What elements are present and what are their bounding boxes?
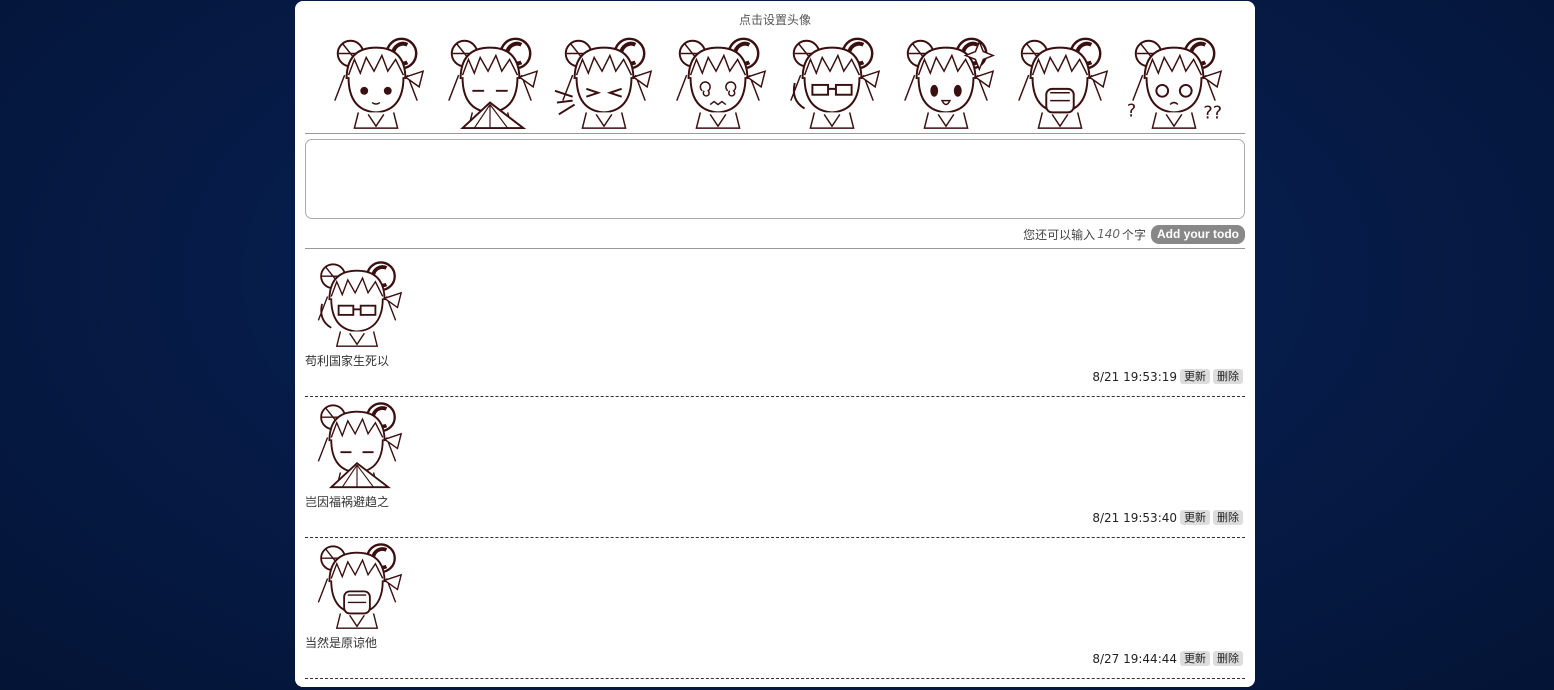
counter-prefix: 您还可以输入 — [1023, 227, 1096, 242]
chibi-hands-face-icon[interactable] — [1009, 31, 1111, 131]
remaining-char-count: 140 — [1097, 227, 1120, 241]
delete-button[interactable]: 删除 — [1213, 369, 1243, 384]
todo-avatar — [305, 397, 409, 489]
divider — [305, 248, 1245, 249]
chibi-dizzy-icon[interactable] — [667, 31, 769, 131]
svg-text:??: ?? — [1203, 103, 1222, 123]
todo-text: 岂因福祸避趋之 — [305, 495, 390, 509]
todo-meta: 8/27 19:44:44 更新 删除 — [1092, 651, 1243, 666]
todo-item: 当然是原谅他 8/27 19:44:44 更新 删除 — [305, 538, 1245, 679]
chibi-confused-icon[interactable]: ??? — [1123, 31, 1225, 131]
update-button[interactable]: 更新 — [1180, 651, 1210, 666]
todo-meta: 8/21 19:53:40 更新 删除 — [1092, 510, 1243, 525]
add-todo-button[interactable]: Add your todo — [1151, 224, 1245, 244]
todo-avatar — [305, 538, 409, 630]
todo-item: 苟利国家生死以 8/21 19:53:19 更新 删除 — [305, 256, 1245, 397]
chibi-smile-icon[interactable] — [325, 31, 427, 131]
svg-text:?: ? — [1127, 101, 1136, 121]
todo-input[interactable] — [305, 139, 1245, 219]
panel-content: 点击设置头像 ? ?? 您还可以输入 140 个字 Add your todo … — [305, 1, 1245, 687]
avatar-picker: ??? — [325, 31, 1225, 131]
chibi-sparkle-icon[interactable] — [895, 31, 997, 131]
counter-suffix: 个字 — [1122, 227, 1147, 242]
input-counter: 您还可以输入 140 个字 Add your todo — [1023, 224, 1245, 244]
todo-panel: 点击设置头像 ? ?? 您还可以输入 140 个字 Add your todo … — [295, 1, 1255, 687]
todo-avatar — [305, 256, 409, 348]
update-button[interactable]: 更新 — [1180, 510, 1210, 525]
update-button[interactable]: 更新 — [1180, 369, 1210, 384]
todo-item: 岂因福祸避趋之 8/21 19:53:40 更新 删除 — [305, 397, 1245, 538]
todo-timestamp: 8/21 19:53:19 — [1092, 369, 1177, 384]
chibi-sneeze-icon[interactable] — [553, 31, 655, 131]
avatar-picker-title: 点击设置头像 — [738, 13, 811, 27]
chibi-fan-crying-icon[interactable] — [439, 31, 541, 131]
todo-text: 苟利国家生死以 — [305, 354, 390, 368]
todo-timestamp: 8/21 19:53:40 — [1092, 510, 1177, 525]
divider — [305, 133, 1245, 134]
delete-button[interactable]: 删除 — [1213, 510, 1243, 525]
chibi-glasses-icon[interactable] — [781, 31, 883, 131]
delete-button[interactable]: 删除 — [1213, 651, 1243, 666]
todo-meta: 8/21 19:53:19 更新 删除 — [1092, 369, 1243, 384]
todo-timestamp: 8/27 19:44:44 — [1092, 651, 1177, 666]
todo-text: 当然是原谅他 — [305, 636, 378, 650]
